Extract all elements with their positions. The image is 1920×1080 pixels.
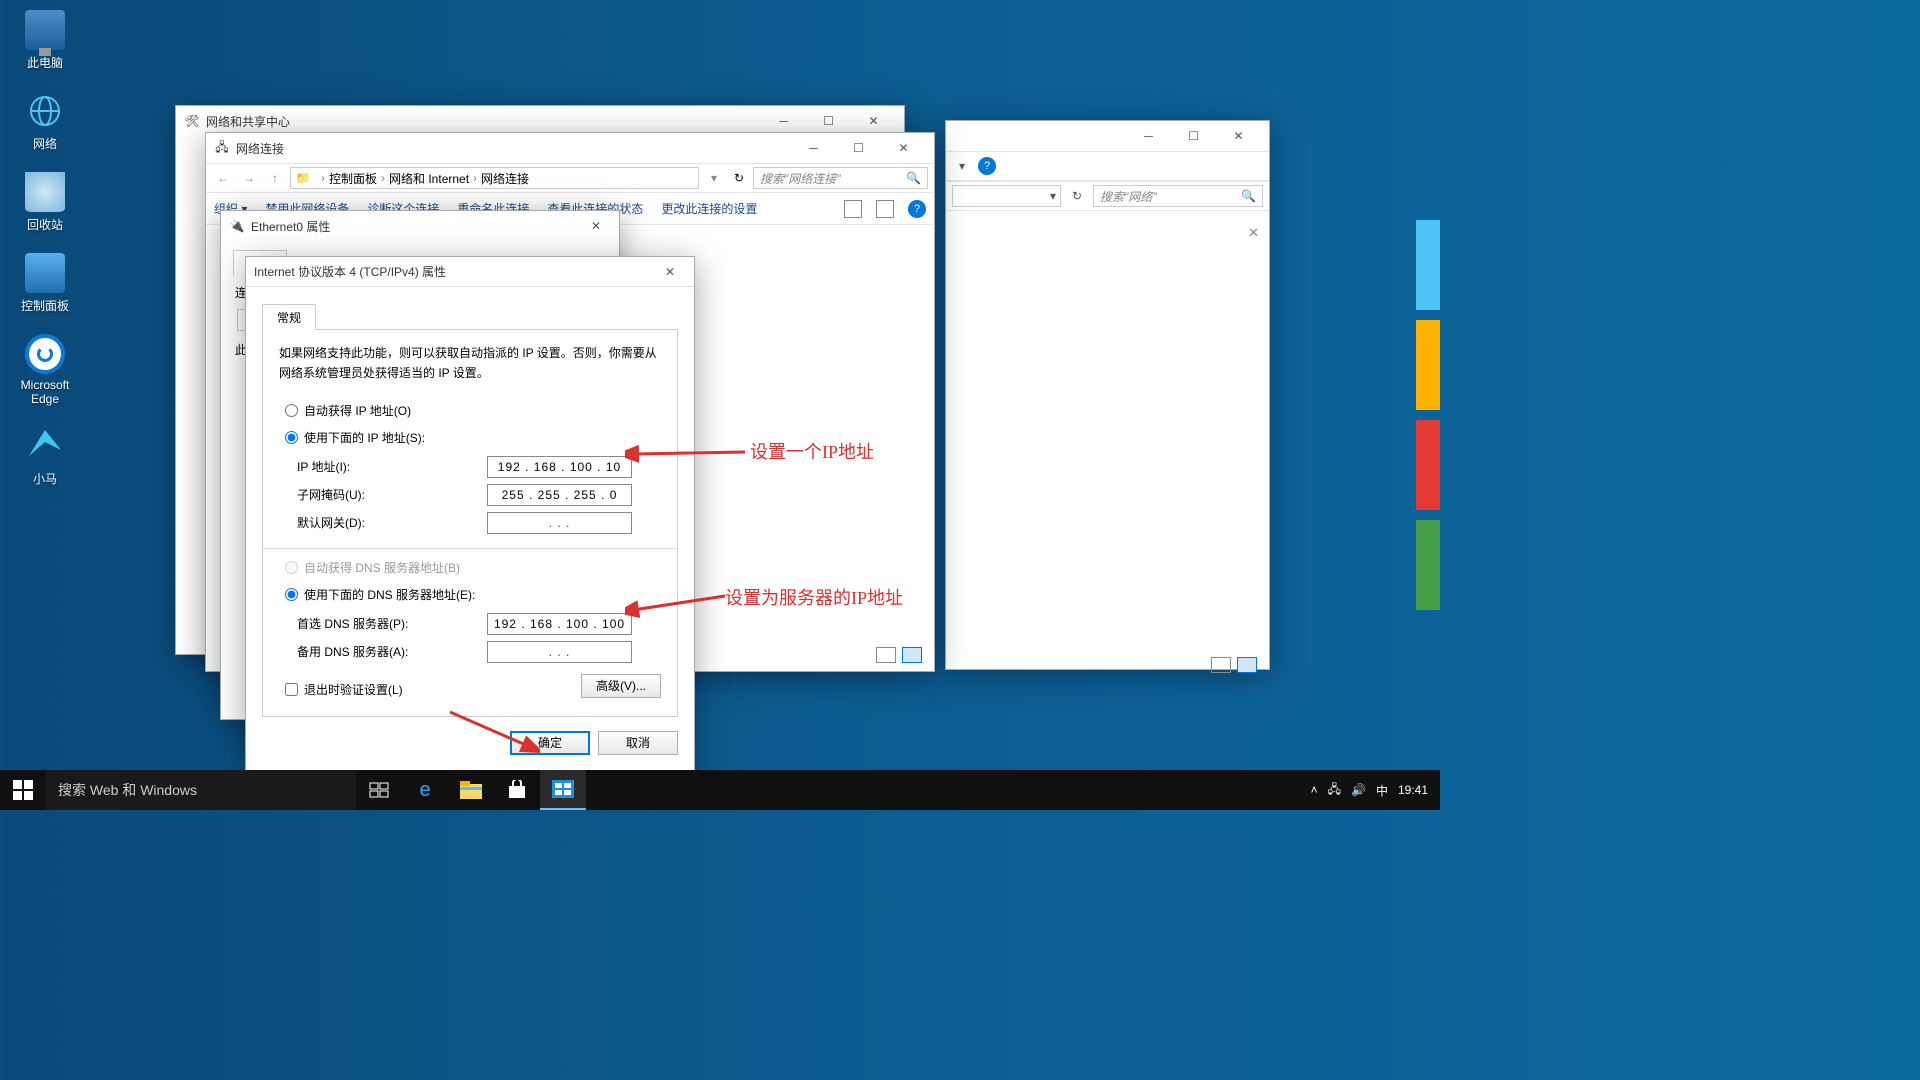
description-text: 如果网络支持此功能，则可以获取自动指派的 IP 设置。否则，你需要从网络系统管理…	[279, 344, 661, 384]
network-icon	[25, 91, 65, 131]
nav-back-icon[interactable]: ←	[212, 171, 234, 185]
taskbar-search-input[interactable]: 搜索 Web 和 Windows	[46, 770, 356, 810]
label-preferred-dns: 首选 DNS 服务器(P):	[297, 615, 487, 632]
system-tray[interactable]: ˄ 🖧 🔊 中 19:41	[1299, 780, 1440, 801]
windows-logo-icon	[13, 780, 33, 800]
search-icon[interactable]: 🔍	[1241, 189, 1256, 203]
nav-up-icon[interactable]: ↑	[264, 171, 286, 185]
dialog-title: Ethernet0 属性	[251, 218, 330, 235]
desktop-icon-control-panel[interactable]: 控制面板	[10, 253, 80, 314]
cancel-button[interactable]: 取消	[598, 731, 678, 755]
tray-network-icon[interactable]: 🖧	[1328, 780, 1341, 801]
xiaoma-icon	[25, 426, 65, 466]
pc-icon	[25, 10, 65, 50]
input-alternate-dns[interactable]: . . .	[487, 641, 632, 663]
desktop-icon-this-pc[interactable]: 此电脑	[10, 10, 80, 71]
start-button[interactable]	[0, 770, 46, 810]
refresh-icon[interactable]: ↻	[729, 171, 749, 185]
tray-ime-icon[interactable]: 中	[1376, 782, 1388, 799]
tray-chevron-up-icon[interactable]: ˄	[1311, 783, 1318, 797]
taskbar-edge-icon[interactable]: e	[402, 770, 448, 810]
minimize-button[interactable]: ─	[1126, 121, 1171, 151]
window-title: 网络和共享中心	[206, 113, 290, 130]
label-default-gateway: 默认网关(D):	[297, 514, 487, 531]
input-default-gateway[interactable]: . . .	[487, 512, 632, 534]
toolbar-change[interactable]: 更改此连接的设置	[661, 200, 757, 217]
breadcrumb[interactable]: 📁 › 控制面板 › 网络和 Internet › 网络连接	[290, 167, 699, 189]
ribbon-decoration	[1416, 320, 1440, 410]
radio-auto-dns: 自动获得 DNS 服务器地址(B)	[285, 559, 661, 576]
label-subnet-mask: 子网掩码(U):	[297, 486, 487, 503]
window-title: 网络连接	[236, 140, 284, 157]
view-details-icon[interactable]	[902, 647, 922, 663]
desktop-icon-network[interactable]: 网络	[10, 91, 80, 152]
label-ip-address: IP 地址(I):	[297, 458, 487, 475]
recycle-bin-icon	[25, 172, 65, 212]
taskbar-control-panel-icon[interactable]	[540, 770, 586, 810]
notification-close-icon[interactable]: ✕	[1248, 225, 1259, 241]
label-alternate-dns: 备用 DNS 服务器(A):	[297, 643, 487, 660]
network-small-icon: 🖧	[214, 140, 230, 156]
radio-manual-dns[interactable]: 使用下面的 DNS 服务器地址(E):	[285, 586, 661, 603]
taskbar-explorer-icon[interactable]	[448, 770, 494, 810]
chevron-down-icon[interactable]: ▾	[952, 159, 972, 173]
ribbon-decoration	[1416, 420, 1440, 510]
window-network-explorer: ─ ☐ ✕ ▾ ? ▾ ↻ 搜索"网络" 🔍 ✕	[945, 120, 1270, 670]
minimize-button[interactable]: ─	[791, 133, 836, 163]
close-button[interactable]: ✕	[581, 211, 611, 241]
maximize-button[interactable]: ☐	[1171, 121, 1216, 151]
radio-auto-ip[interactable]: 自动获得 IP 地址(O)	[285, 402, 661, 419]
desktop-icon-xiaoma[interactable]: 小马	[10, 426, 80, 487]
task-view-button[interactable]	[356, 770, 402, 810]
edge-icon	[25, 334, 65, 374]
dialog-ipv4-properties: Internet 协议版本 4 (TCP/IPv4) 属性 ✕ 常规 如果网络支…	[245, 256, 695, 773]
dialog-title: Internet 协议版本 4 (TCP/IPv4) 属性	[254, 263, 446, 280]
search-input[interactable]: 搜索"网络" 🔍	[1093, 185, 1263, 207]
taskbar: 搜索 Web 和 Windows e ˄ 🖧 🔊 中 19:41	[0, 770, 1440, 810]
tab-general[interactable]: 常规	[262, 304, 316, 330]
tray-clock[interactable]: 19:41	[1398, 783, 1428, 797]
input-ip-address[interactable]: 192 . 168 . 100 . 10	[487, 456, 632, 478]
advanced-button[interactable]: 高级(V)...	[581, 674, 661, 698]
nav-forward-icon[interactable]: →	[238, 171, 260, 185]
close-button[interactable]: ✕	[1216, 121, 1261, 151]
address-dropdown-icon[interactable]: ▾	[703, 171, 725, 185]
view-list-icon[interactable]	[876, 647, 896, 663]
control-panel-icon	[25, 253, 65, 293]
adapter-icon: 🔌	[229, 218, 245, 234]
help-icon[interactable]: ?	[908, 200, 926, 218]
view-list-icon[interactable]	[1211, 657, 1231, 673]
input-preferred-dns[interactable]: 192 . 168 . 100 . 100	[487, 613, 632, 635]
desktop-icons: 此电脑 网络 回收站 控制面板 Microsoft Edge 小马	[10, 10, 90, 507]
ok-button[interactable]: 确定	[510, 731, 590, 755]
close-button[interactable]: ✕	[654, 257, 686, 287]
address-bar[interactable]: ▾	[952, 185, 1061, 207]
desktop-icon-recycle-bin[interactable]: 回收站	[10, 172, 80, 233]
folder-icon: 📁	[295, 170, 311, 186]
maximize-button[interactable]: ☐	[836, 133, 881, 163]
close-button[interactable]: ✕	[881, 133, 926, 163]
refresh-icon[interactable]: ↻	[1067, 189, 1087, 203]
search-input[interactable]: 搜索"网络连接" 🔍	[753, 167, 928, 189]
view-details-icon[interactable]	[1237, 657, 1257, 673]
tray-volume-icon[interactable]: 🔊	[1351, 783, 1366, 797]
search-icon[interactable]: 🔍	[906, 171, 921, 185]
input-subnet-mask[interactable]: 255 . 255 . 255 . 0	[487, 484, 632, 506]
help-icon[interactable]: ?	[978, 157, 996, 175]
desktop-icon-edge[interactable]: Microsoft Edge	[10, 334, 80, 406]
taskbar-store-icon[interactable]	[494, 770, 540, 810]
ribbon-decoration	[1416, 520, 1440, 610]
preview-pane-icon[interactable]	[876, 200, 894, 218]
control-panel-small-icon: 🛠	[184, 113, 200, 129]
radio-manual-ip[interactable]: 使用下面的 IP 地址(S):	[285, 429, 661, 446]
ribbon-decoration	[1416, 220, 1440, 310]
view-mode-icon[interactable]	[844, 200, 862, 218]
